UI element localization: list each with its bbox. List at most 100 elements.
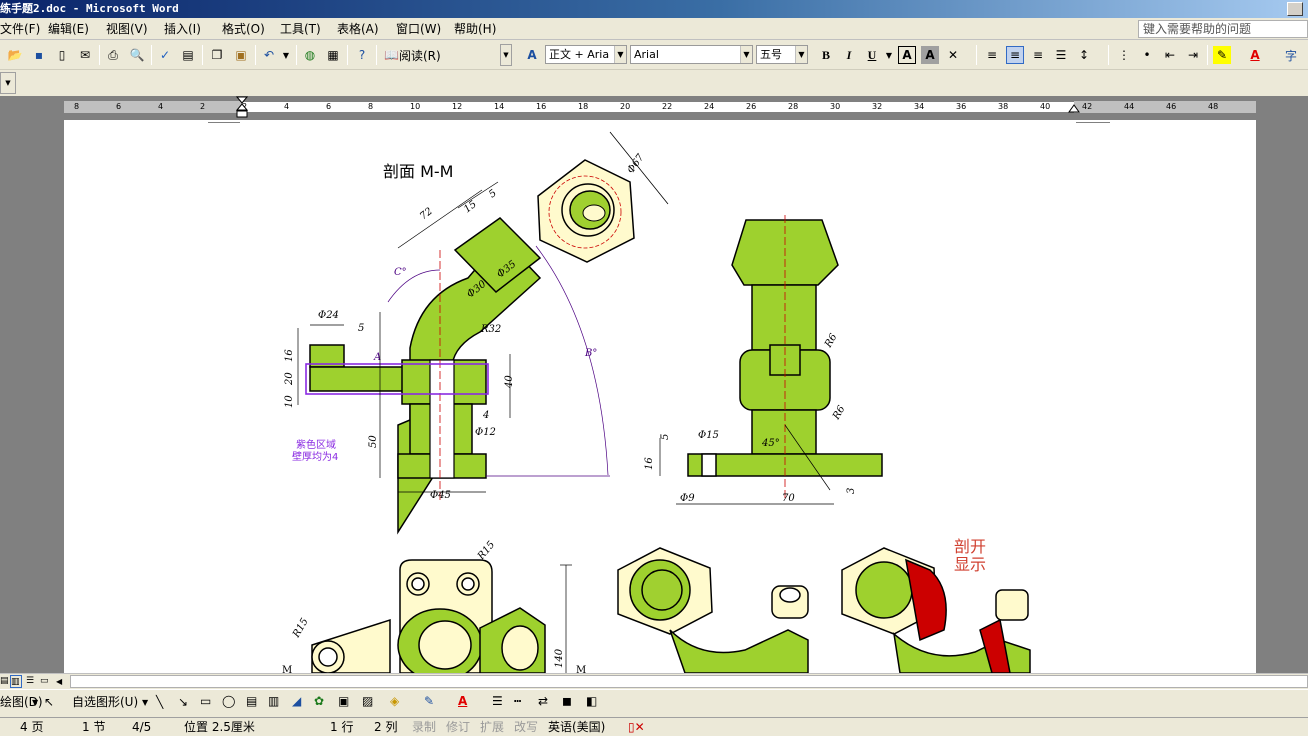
char-scale-icon[interactable]: ✕	[944, 46, 962, 64]
drawing-toolbar: 绘图(D) ▼ ↖ 自选图形(U) ▼ ╲ ↘ ▭ ◯ ▤ ▥ ◢ ✿ ▣ ▨ …	[0, 689, 1308, 717]
web-view-icon[interactable]: ▥	[10, 675, 22, 688]
menu-window[interactable]: 窗口(W)	[396, 21, 441, 37]
wordart-icon[interactable]: ◢	[292, 694, 301, 709]
line-icon[interactable]: ╲	[156, 695, 163, 710]
help-search-input[interactable]: 键入需要帮助的问题	[1138, 20, 1308, 38]
arrow-icon[interactable]: ↘	[178, 695, 188, 710]
numbering-icon[interactable]: ⋮	[1115, 46, 1133, 64]
bullets-icon[interactable]: •	[1138, 46, 1156, 64]
ruler-number: 38	[998, 102, 1009, 111]
size-combo[interactable]: 五号 ▼	[756, 45, 808, 64]
menu-tools[interactable]: 工具(T)	[280, 21, 321, 37]
menu-file[interactable]: 文件(F)	[0, 21, 40, 37]
clipart-icon[interactable]: ▣	[338, 694, 349, 709]
help-icon[interactable]: ?	[353, 46, 371, 64]
align-left-icon[interactable]: ≡	[983, 46, 1001, 64]
save-icon[interactable]: ▪	[30, 46, 48, 64]
copy-icon[interactable]: ❐	[208, 46, 226, 64]
underline-dropdown-icon[interactable]: ▼	[880, 46, 898, 64]
vertical-textbox-icon[interactable]: ▥	[268, 694, 279, 709]
line-style-icon[interactable]: ☰	[492, 694, 503, 709]
print-view-icon[interactable]: ☰	[26, 675, 38, 688]
picture-icon[interactable]: ▨	[362, 694, 373, 709]
open-icon[interactable]: 📂	[6, 46, 24, 64]
horizontal-ruler[interactable]: 8642246810121416182022242628303234363840…	[0, 96, 1308, 120]
status-ovr[interactable]: 改写	[514, 720, 538, 735]
font-combo[interactable]: Arial ▼	[630, 45, 753, 64]
rectangle-icon[interactable]: ▭	[200, 694, 211, 709]
permission-icon[interactable]: ▯	[53, 46, 71, 64]
toolbar-options-icon[interactable]: ▼	[0, 72, 16, 94]
separator	[255, 45, 256, 65]
menu-view[interactable]: 视图(V)	[106, 21, 148, 37]
reading-view-icon[interactable]: ▭	[40, 675, 52, 688]
diagram-icon[interactable]: ✿	[314, 694, 324, 709]
spelling-status-icon[interactable]: ▯✕	[628, 720, 645, 735]
shadow-icon[interactable]: ◼	[562, 694, 572, 709]
italic-button[interactable]: I	[840, 46, 858, 64]
undo-dropdown-icon[interactable]: ▼	[277, 46, 295, 64]
increase-indent-icon[interactable]: ⇥	[1184, 46, 1202, 64]
chevron-down-icon[interactable]: ▼	[32, 695, 38, 710]
char-shading-icon[interactable]: A	[921, 46, 939, 64]
undo-icon[interactable]: ↶	[260, 46, 278, 64]
research-icon[interactable]: ▤	[179, 46, 197, 64]
toolbar-options-icon[interactable]: ▼	[500, 44, 512, 66]
status-ext[interactable]: 扩展	[480, 720, 504, 735]
menu-edit[interactable]: 编辑(E)	[48, 21, 89, 37]
dash-style-icon[interactable]: ┅	[514, 694, 521, 709]
underline-button[interactable]: U	[863, 46, 881, 64]
oval-icon[interactable]: ◯	[222, 694, 235, 709]
select-objects-icon[interactable]: ↖	[44, 695, 54, 710]
right-indent-marker-icon[interactable]	[1068, 103, 1080, 113]
3d-icon[interactable]: ◧	[586, 694, 597, 709]
bold-button[interactable]: B	[817, 46, 835, 64]
print-icon[interactable]: ⎙	[104, 46, 122, 64]
email-icon[interactable]: ✉	[76, 46, 94, 64]
horizontal-scrollbar[interactable]: ▤ ▥ ☰ ▭ ◀	[0, 673, 1308, 689]
table-icon[interactable]: ▦	[324, 46, 342, 64]
line-spacing-icon[interactable]: ↕	[1075, 46, 1093, 64]
paste-icon[interactable]: ▣	[232, 46, 250, 64]
status-rec[interactable]: 录制	[412, 720, 436, 735]
styles-icon[interactable]: A	[523, 46, 541, 64]
font-color-icon[interactable]: A	[1246, 46, 1264, 64]
decrease-indent-icon[interactable]: ⇤	[1161, 46, 1179, 64]
minimize-button[interactable]	[1287, 2, 1303, 16]
status-language: 英语(美国)	[548, 720, 606, 734]
indent-marker-icon[interactable]	[236, 96, 248, 120]
technical-drawing[interactable]: 剖面 M-M Φ67 72 15 5 Φ35 Φ30 R32 C° B° Φ24…	[240, 120, 1076, 673]
autoshapes-menu[interactable]: 自选图形(U)	[72, 695, 138, 710]
align-center-icon[interactable]: ≡	[1006, 46, 1024, 64]
hyperlink-icon[interactable]: ◍	[301, 46, 319, 64]
read-button[interactable]: 📖 阅读(R)	[384, 46, 462, 64]
style-combo[interactable]: 正文 + Aria ▼	[545, 45, 627, 64]
status-pages: 4/5	[132, 720, 152, 734]
fill-color-icon[interactable]: ◈	[390, 694, 399, 709]
document-area[interactable]: 剖面 M-M Φ67 72 15 5 Φ35 Φ30 R32 C° B° Φ24…	[0, 120, 1308, 673]
separator	[1108, 45, 1109, 65]
scroll-track[interactable]	[70, 675, 1308, 688]
highlight-icon[interactable]: ✎	[1213, 46, 1231, 64]
menu-format[interactable]: 格式(O)	[222, 21, 265, 37]
phonetic-guide-icon[interactable]: 字	[1282, 46, 1300, 64]
align-right-icon[interactable]: ≡	[1029, 46, 1047, 64]
menu-help[interactable]: 帮助(H)	[454, 21, 496, 37]
char-border-icon[interactable]: A	[898, 46, 916, 64]
print-preview-icon[interactable]: 🔍	[128, 46, 146, 64]
line-color-icon[interactable]: ✎	[424, 694, 434, 709]
chevron-down-icon[interactable]: ▼	[142, 695, 148, 710]
dim-b: B°	[584, 348, 597, 359]
status-trk[interactable]: 修订	[446, 720, 470, 735]
menu-insert[interactable]: 插入(I)	[164, 21, 201, 37]
arrow-style-icon[interactable]: ⇄	[538, 694, 548, 709]
textbox-icon[interactable]: ▤	[246, 694, 257, 709]
ruler-number: 46	[1166, 102, 1177, 111]
font-color-draw-icon[interactable]: A	[458, 694, 467, 709]
justify-icon[interactable]: ☰	[1052, 46, 1070, 64]
ruler-number: 6	[326, 102, 332, 111]
menu-table[interactable]: 表格(A)	[337, 21, 379, 37]
spelling-icon[interactable]: ✓	[156, 46, 174, 64]
ruler-number: 4	[284, 102, 290, 111]
scroll-left-icon[interactable]: ◀	[56, 675, 68, 688]
